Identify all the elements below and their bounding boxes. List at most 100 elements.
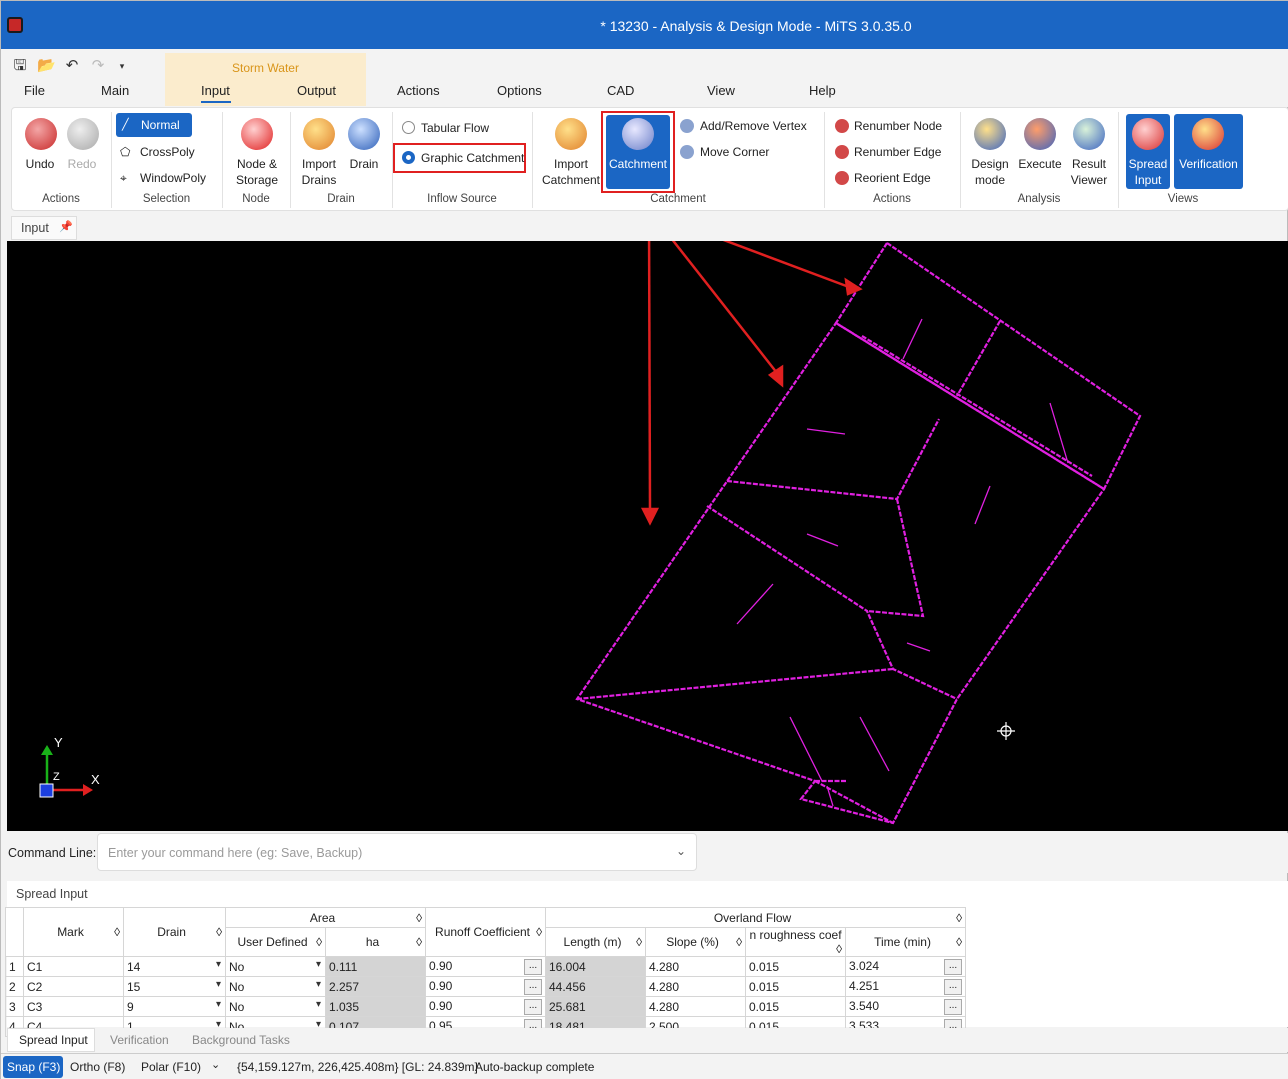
result-viewer-button[interactable]: Result Viewer — [1066, 156, 1112, 188]
ellipsis-button[interactable]: ... — [524, 978, 542, 995]
polar-dropdown-icon[interactable]: ⌄ — [211, 1058, 220, 1071]
tab-background-tasks[interactable]: Background Tasks — [192, 1033, 290, 1047]
cell-time[interactable]: 3.540... — [845, 996, 966, 1017]
bottom-tabs: Spread Input Verification Background Tas… — [7, 1028, 1288, 1052]
redo-button[interactable]: Redo — [62, 156, 102, 172]
renumber-node-button[interactable]: Renumber Node — [854, 119, 942, 133]
command-input[interactable]: Enter your command here (eg: Save, Backu… — [97, 833, 697, 871]
tab-input[interactable]: Input — [201, 83, 230, 98]
group-label-views: Views — [1167, 193, 1199, 205]
cell-slope[interactable]: 4.280 — [645, 996, 746, 1017]
header-runoff: Runoff Coefficient — [435, 925, 530, 939]
tab-output[interactable]: Output — [297, 83, 336, 98]
cell-time[interactable]: 3.024... — [845, 956, 966, 977]
chevron-down-icon[interactable]: ⌄ — [676, 844, 686, 858]
status-message: Auto-backup complete — [475, 1060, 595, 1074]
cell-runoff[interactable]: 0.90... — [425, 996, 546, 1017]
coordinates-readout: {54,159.127m, 226,425.408m} [GL: 24.839m… — [237, 1060, 478, 1074]
node-storage-button[interactable]: Node & Storage — [226, 156, 288, 188]
ellipsis-button[interactable]: ... — [944, 978, 962, 995]
reorient-edge-icon — [835, 171, 849, 185]
catchment-label: Catchment — [608, 157, 668, 171]
catchment-drawing — [39, 241, 1142, 825]
ellipsis-button[interactable]: ... — [944, 958, 962, 975]
group-label-actions2: Actions — [873, 193, 911, 205]
group-label-analysis: Analysis — [1017, 193, 1061, 205]
customize-dropdown-icon[interactable]: ▾ — [113, 57, 131, 75]
design-mode-button[interactable]: Design mode — [964, 156, 1016, 188]
cad-canvas[interactable]: Y X Z — [7, 241, 1288, 831]
table-row[interactable]: 1 C1 14 No 0.111 0.90... 16.004 4.280 0.… — [5, 956, 966, 977]
tab-verification[interactable]: Verification — [110, 1033, 169, 1047]
execute-button[interactable]: Execute — [1016, 156, 1064, 172]
cell-roughness[interactable]: 0.015 — [745, 996, 846, 1017]
cell-user-defined[interactable]: No — [225, 996, 326, 1017]
crosspoly-icon: ⬠ — [120, 145, 131, 159]
tab-view[interactable]: View — [707, 83, 735, 98]
undo-button[interactable]: Undo — [20, 156, 60, 172]
tab-help[interactable]: Help — [809, 83, 836, 98]
pin-icon[interactable]: 📌 — [59, 220, 73, 233]
tab-actions[interactable]: Actions — [397, 83, 440, 98]
cell-roughness[interactable]: 0.015 — [745, 976, 846, 997]
app-window: * 13230 - Analysis & Design Mode - MiTS … — [0, 0, 1288, 1079]
spread-input-button[interactable]: Spread Input — [1126, 114, 1170, 189]
ellipsis-button[interactable]: ... — [524, 958, 542, 975]
catchment-polygons — [575, 241, 1142, 825]
tab-main[interactable]: Main — [101, 83, 129, 98]
cell-slope[interactable]: 4.280 — [645, 976, 746, 997]
cell-runoff[interactable]: 0.90... — [425, 956, 546, 977]
table-row[interactable]: 2 C2 15 No 2.257 0.90... 44.456 4.280 0.… — [5, 976, 966, 997]
snap-toggle[interactable]: Snap (F3) — [3, 1056, 63, 1078]
ellipsis-button[interactable]: ... — [944, 998, 962, 1015]
ortho-toggle[interactable]: Ortho (F8) — [70, 1060, 125, 1074]
ellipsis-button[interactable]: ... — [524, 998, 542, 1015]
cell-drain[interactable]: 14 — [123, 956, 226, 977]
runoff-value: 0.90 — [429, 998, 453, 1013]
cell-drain[interactable]: 15 — [123, 976, 226, 997]
cell-drain[interactable]: 9 — [123, 996, 226, 1017]
renumber-edge-button[interactable]: Renumber Edge — [854, 145, 941, 159]
active-tab-underline — [201, 101, 231, 103]
graphic-catchment-radio[interactable] — [402, 151, 415, 164]
tab-file[interactable]: File — [24, 83, 45, 98]
cell-roughness[interactable]: 0.015 — [745, 956, 846, 977]
cell-user-defined[interactable]: No — [225, 976, 326, 997]
normal-select-button[interactable]: ╱ Normal — [116, 113, 192, 137]
cell-user-defined[interactable]: No — [225, 956, 326, 977]
table-row[interactable]: 3 C3 9 No 1.035 0.90... 25.681 4.280 0.0… — [5, 996, 966, 1017]
open-folder-icon[interactable]: 📂 — [37, 57, 56, 75]
cell-mark[interactable]: C3 — [23, 996, 124, 1017]
cell-slope[interactable]: 4.280 — [645, 956, 746, 977]
polar-toggle[interactable]: Polar (F10) — [141, 1060, 201, 1074]
drain-button[interactable]: Drain — [346, 156, 382, 172]
tab-options[interactable]: Options — [497, 83, 542, 98]
redo-icon[interactable]: ↷ — [89, 57, 107, 75]
verification-button[interactable]: Verification — [1174, 114, 1243, 189]
tab-cad[interactable]: CAD — [607, 83, 634, 98]
cell-runoff[interactable]: 0.90... — [425, 976, 546, 997]
command-placeholder: Enter your command here (eg: Save, Backu… — [108, 846, 363, 860]
windowpoly-button[interactable]: WindowPoly — [140, 171, 206, 185]
undo-icon[interactable]: ↶ — [63, 57, 81, 75]
import-drains-button[interactable]: Import Drains — [294, 156, 344, 188]
doc-tab-input[interactable]: Input 📌 — [11, 216, 77, 240]
import-catchment-button[interactable]: Import Catchment — [538, 156, 604, 188]
move-corner-button[interactable]: Move Corner — [700, 145, 769, 159]
crosspoly-button[interactable]: CrossPoly — [140, 145, 195, 159]
tabular-flow-radio[interactable] — [402, 121, 415, 134]
command-line-bar: Command Line: Enter your command here (e… — [7, 833, 1288, 873]
verification-label: Verification — [1179, 157, 1238, 171]
add-remove-vertex-button[interactable]: Add/Remove Vertex — [700, 119, 807, 133]
import-drains-icon — [303, 118, 335, 150]
catchment-button[interactable]: Catchment — [606, 115, 670, 189]
cell-mark[interactable]: C1 — [23, 956, 124, 977]
tab-spread-input[interactable]: Spread Input — [19, 1033, 88, 1047]
add-remove-vertex-icon — [680, 119, 694, 133]
cell-time[interactable]: 4.251... — [845, 976, 966, 997]
save-icon[interactable]: 🖫 — [11, 57, 29, 75]
drain-icon — [348, 118, 380, 150]
reorient-edge-button[interactable]: Reorient Edge — [854, 171, 931, 185]
cell-mark[interactable]: C2 — [23, 976, 124, 997]
group-label-catchment: Catchment — [650, 193, 706, 205]
